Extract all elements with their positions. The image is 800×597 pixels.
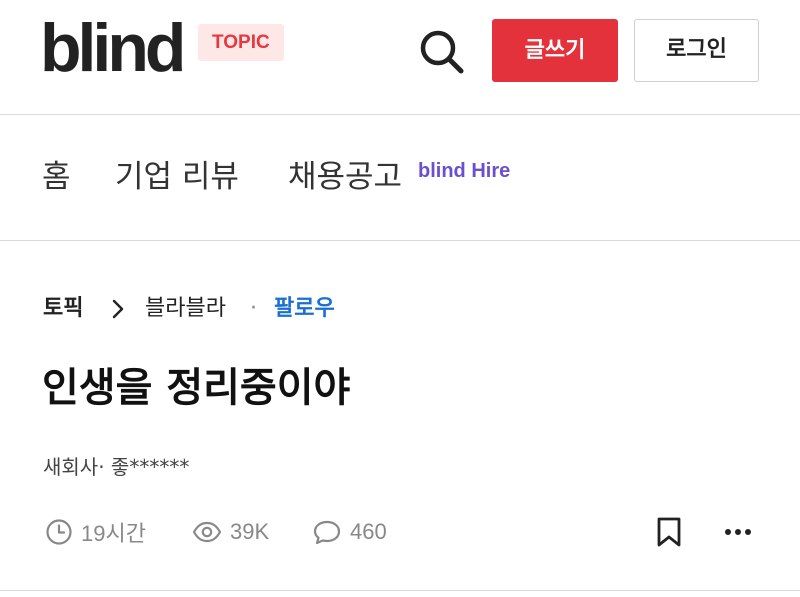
- blind-topic-page: blind TOPIC 글쓰기 로그인 홈 기업 리뷰 채용공고 blind H…: [0, 0, 800, 597]
- bookmark-icon: [657, 517, 681, 547]
- breadcrumb-topic[interactable]: 토픽: [43, 292, 83, 326]
- write-button[interactable]: 글쓰기: [492, 19, 618, 82]
- breadcrumb-board[interactable]: 블라블라: [145, 292, 226, 326]
- blind-hire-badge[interactable]: blind Hire: [418, 160, 510, 183]
- post-time-text: 19시간: [81, 521, 146, 546]
- breadcrumb-separator: ·: [250, 296, 257, 321]
- nav-item-jobs[interactable]: 채용공고: [288, 155, 402, 199]
- post-title: 인생을 정리중이야: [42, 365, 351, 411]
- post-author[interactable]: 새회사· 좋******: [43, 452, 189, 482]
- more-icon: [725, 529, 751, 535]
- topic-badge: TOPIC: [198, 24, 284, 61]
- nav-divider: [0, 240, 800, 241]
- post-comments-count: 460: [350, 519, 387, 544]
- blind-logo[interactable]: blind: [40, 8, 186, 88]
- more-options-button[interactable]: [720, 516, 756, 548]
- clock-icon: [46, 519, 72, 545]
- eye-icon: [192, 521, 222, 543]
- post-comments[interactable]: 460: [312, 514, 387, 550]
- follow-button[interactable]: 팔로우: [274, 292, 335, 326]
- top-header: blind TOPIC 글쓰기 로그인: [0, 0, 800, 114]
- chevron-right-icon: [112, 299, 124, 319]
- post-views: 39K: [192, 514, 269, 550]
- search-button[interactable]: [414, 24, 468, 78]
- nav-item-company-review[interactable]: 기업 리뷰: [115, 155, 239, 199]
- post-time: 19시간: [45, 514, 146, 550]
- search-icon: [420, 30, 464, 74]
- main-nav: 홈 기업 리뷰 채용공고 blind Hire: [0, 115, 800, 240]
- login-button[interactable]: 로그인: [634, 19, 759, 82]
- nav-item-home[interactable]: 홈: [42, 155, 71, 199]
- post-divider: [0, 590, 800, 591]
- bookmark-button[interactable]: [654, 516, 684, 548]
- comment-icon: [313, 520, 341, 545]
- post-views-count: 39K: [230, 519, 270, 544]
